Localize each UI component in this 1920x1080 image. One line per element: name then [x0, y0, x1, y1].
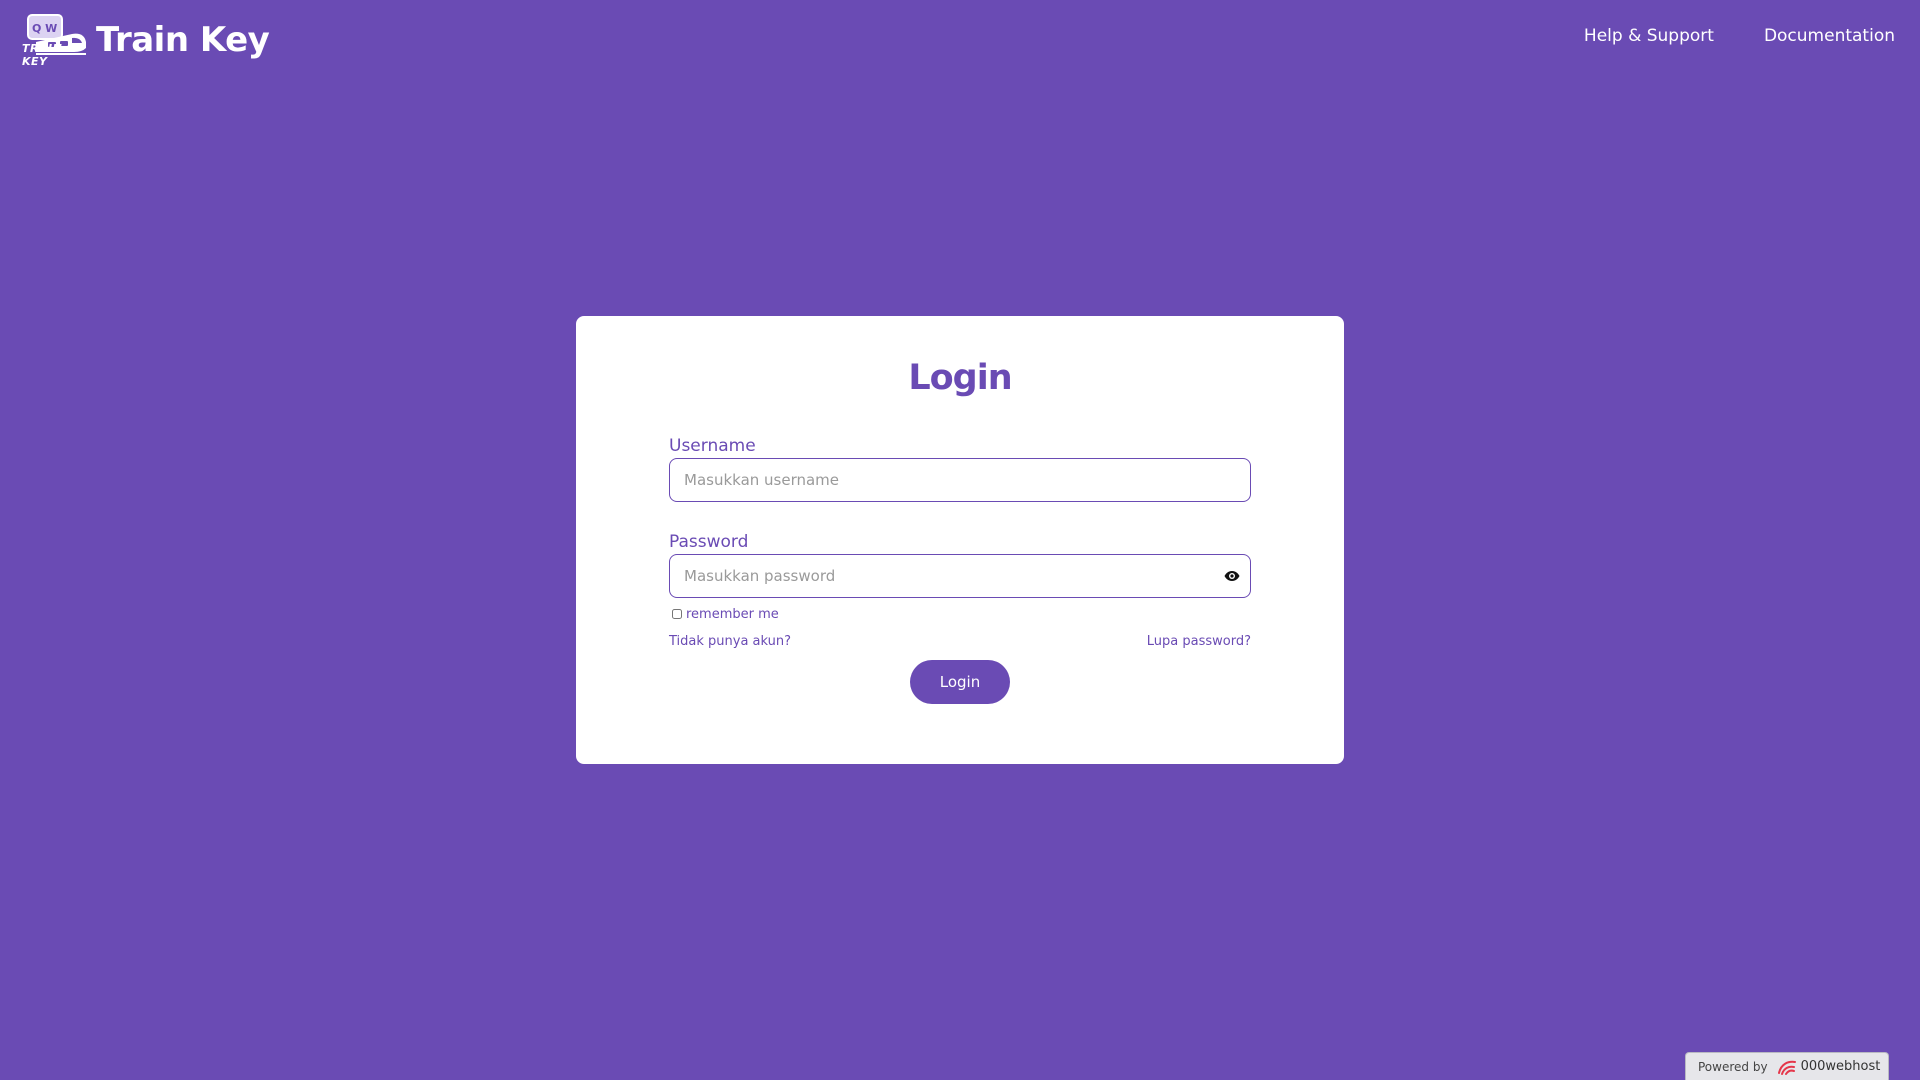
logo-caption: TRAIN KEY [22, 42, 63, 68]
forgot-password-link[interactable]: Lupa password? [1147, 634, 1251, 650]
powered-brand-name: 000webhost [1800, 1059, 1881, 1074]
brand-name: Train Key [96, 20, 270, 60]
username-group: Username [669, 436, 1251, 502]
nav-links: Help & Support Documentation [1584, 26, 1895, 46]
password-label: Password [669, 532, 749, 552]
login-form: Username Password remember me [669, 436, 1251, 650]
username-label: Username [669, 436, 756, 456]
remember-checkbox[interactable] [672, 609, 682, 619]
password-wrapper [669, 554, 1251, 598]
train-keyboard-logo-icon: Q W TRAIN KEY [22, 12, 88, 68]
username-input[interactable] [670, 459, 1250, 501]
svg-text:Q W: Q W [32, 22, 57, 35]
login-card: Login Username Password [576, 316, 1344, 764]
nav-documentation[interactable]: Documentation [1764, 26, 1895, 46]
auth-links: Tidak punya akun? Lupa password? [669, 634, 1251, 650]
register-link[interactable]: Tidak punya akun? [669, 634, 791, 650]
password-input[interactable] [670, 555, 1250, 597]
powered-by-badge[interactable]: Powered by 000webhost [1685, 1052, 1889, 1080]
page-title: Login [908, 358, 1012, 398]
username-wrapper [669, 458, 1251, 502]
nav-help-support[interactable]: Help & Support [1584, 26, 1714, 46]
powered-by-text: Powered by [1698, 1059, 1768, 1074]
remember-label[interactable]: remember me [686, 607, 779, 622]
password-group: Password [669, 532, 1251, 598]
remember-row: remember me [669, 606, 1251, 622]
login-button[interactable]: Login [910, 660, 1010, 704]
eye-icon[interactable] [1222, 566, 1242, 586]
brand-link[interactable]: Q W TRAIN KEY Train Key [22, 12, 270, 68]
top-navbar: Q W TRAIN KEY Train Key Help & Support D… [0, 0, 1920, 80]
webhost-logo: 000webhost [1776, 1058, 1881, 1076]
webhost-swirl-icon [1777, 1060, 1796, 1075]
